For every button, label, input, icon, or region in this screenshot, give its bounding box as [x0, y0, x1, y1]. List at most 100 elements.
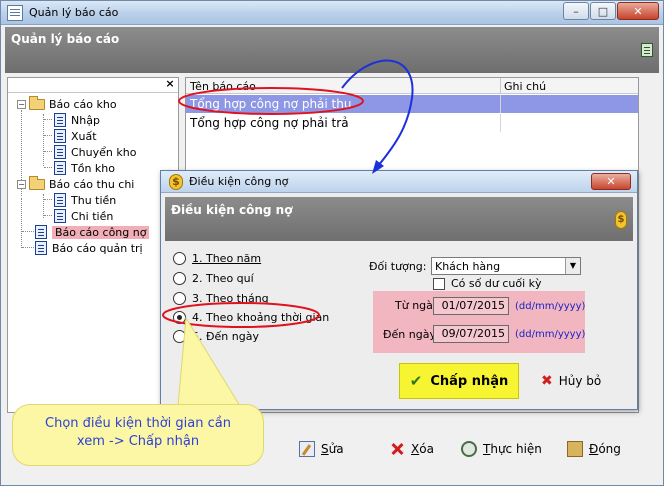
report-icon	[54, 145, 66, 159]
tree-item-thu-tien[interactable]: Thu tiền	[54, 192, 116, 208]
tree-item-chuyen-kho[interactable]: Chuyển kho	[54, 144, 136, 160]
edit-icon	[299, 441, 315, 457]
check-icon: ✔	[409, 372, 423, 390]
balance-checkbox[interactable]	[433, 278, 445, 290]
ok-label: Chấp nhận	[430, 373, 509, 389]
column-header-name[interactable]: Tên báo cáo	[190, 80, 256, 93]
tree-item-bao-cao-quan-tri[interactable]: Báo cáo quản trị	[35, 240, 143, 256]
tree-item-label: Thu tiền	[71, 193, 117, 207]
to-date-label: Đến ngày:	[383, 328, 439, 341]
tree-item-bao-cao-cong-no[interactable]: Báo cáo công nợ	[35, 224, 150, 240]
dialog-close-button[interactable]: ✕	[591, 173, 631, 190]
option-label: 3. Theo tháng	[192, 291, 269, 305]
title-bar: Quản lý báo cáo – □ ✕	[1, 1, 663, 25]
tree-close-icon[interactable]: ×	[164, 78, 176, 91]
close-label: óng	[598, 442, 621, 456]
tree-item-ton-kho[interactable]: Tồn kho	[54, 160, 115, 176]
tree-item-label: Báo cáo thu chi	[49, 177, 135, 191]
collapse-icon[interactable]: −	[17, 99, 26, 109]
condition-dialog: $ Điều kiện công nợ ✕ Điều kiện công nợ …	[160, 170, 638, 410]
run-mnemonic: T	[483, 442, 491, 456]
tree-item-label: Chi tiền	[71, 209, 114, 223]
column-header-note[interactable]: Ghi chú	[504, 80, 546, 93]
page-title: Quản lý báo cáo	[11, 32, 120, 46]
radio-icon[interactable]	[173, 329, 186, 343]
edit-button[interactable]: Sửa	[299, 439, 344, 459]
subject-value: Khách hàng	[435, 260, 501, 273]
tree-item-bao-cao-thu-chi[interactable]: − Báo cáo thu chi	[17, 175, 135, 192]
from-date-input[interactable]: 01/07/2015	[433, 297, 509, 315]
delete-button[interactable]: Xóa	[389, 439, 434, 459]
tree-item-label: Báo cáo công nợ	[52, 225, 150, 239]
report-icon	[54, 161, 66, 175]
report-icon	[35, 241, 47, 255]
tree-item-nhap[interactable]: Nhập	[54, 112, 100, 128]
dialog-title-bar: $ Điều kiện công nợ ✕	[161, 171, 637, 193]
ok-button[interactable]: ✔ Chấp nhận	[399, 363, 519, 399]
report-name: Tổng hợp công nợ phải trả	[190, 116, 349, 130]
dollar-icon: $	[615, 211, 627, 229]
option-theo-nam[interactable]: 1. Theo năm	[173, 249, 261, 267]
close-mnemonic: Đ	[589, 442, 599, 456]
from-date-format: (dd/mm/yyyy)	[515, 301, 586, 312]
radio-selected-icon[interactable]	[173, 310, 186, 324]
edit-label: ửa	[328, 442, 344, 456]
cancel-button[interactable]: ✖ Hủy bỏ	[541, 371, 601, 391]
option-label: 1. Theo năm	[192, 251, 262, 265]
tree-item-bao-cao-kho[interactable]: − Báo cáo kho	[17, 95, 117, 112]
to-date-input[interactable]: 09/07/2015	[433, 325, 509, 343]
tree-item-label: Báo cáo kho	[49, 97, 117, 111]
maximize-button[interactable]: □	[590, 2, 616, 20]
option-den-ngay[interactable]: 5. Đến ngày	[173, 327, 259, 345]
report-tree: × − Báo cáo kho Nhập Xuất Chuyển kho Tồn…	[7, 77, 179, 413]
cancel-label: Hủy bỏ	[558, 374, 602, 388]
option-theo-khoang-thoi-gian[interactable]: 4. Theo khoảng thời gian	[173, 308, 329, 326]
tree-item-label: Báo cáo quản trị	[52, 241, 143, 255]
minimize-button[interactable]: –	[563, 2, 589, 20]
to-date-format: (dd/mm/yyyy)	[515, 329, 586, 340]
callout-line-2: xem -> Chấp nhận	[76, 434, 200, 449]
report-icon	[54, 209, 66, 223]
report-icon	[35, 225, 47, 239]
close-button[interactable]: ✕	[617, 2, 659, 20]
edit-mnemonic: S	[321, 442, 329, 456]
tree-item-label: Tồn kho	[71, 161, 115, 175]
radio-icon[interactable]	[173, 251, 186, 265]
delete-icon	[389, 441, 405, 457]
tree-item-xuat[interactable]: Xuất	[54, 128, 97, 144]
folder-open-icon	[29, 175, 45, 190]
dialog-header: Điều kiện công nợ $	[165, 197, 633, 241]
run-button[interactable]: Thực hiện	[461, 439, 542, 459]
tree-item-label: Xuất	[71, 129, 97, 143]
option-theo-qui[interactable]: 2. Theo quí	[173, 269, 254, 287]
run-icon	[461, 441, 477, 457]
chevron-down-icon[interactable]: ▼	[565, 258, 580, 274]
app-icon	[7, 5, 23, 21]
instruction-callout: Chọn điều kiện thời gian cần xem -> Chấp…	[12, 404, 264, 466]
option-theo-thang[interactable]: 3. Theo tháng	[173, 289, 269, 307]
book-icon	[641, 43, 653, 57]
radio-icon[interactable]	[173, 271, 186, 285]
close-report-button[interactable]: Đóng	[567, 439, 621, 459]
tree-item-label: Nhập	[71, 113, 100, 127]
delete-label: óa	[419, 442, 434, 456]
window-title: Quản lý báo cáo	[29, 6, 119, 19]
tree-item-chi-tien[interactable]: Chi tiền	[54, 208, 113, 224]
table-row[interactable]: Tổng hợp công nợ phải trả	[186, 114, 638, 132]
table-row[interactable]: Tổng hợp công nợ phải thu	[186, 95, 638, 113]
balance-label: Có số dư cuối kỳ	[451, 277, 542, 290]
window-controls: – □ ✕	[562, 2, 659, 20]
folder-close-icon	[567, 441, 583, 457]
delete-mnemonic: X	[411, 442, 420, 456]
dialog-header-title: Điều kiện công nợ	[171, 203, 293, 217]
callout-line-1: Chọn điều kiện thời gian cần	[45, 416, 231, 431]
radio-icon[interactable]	[173, 291, 186, 305]
option-label: 2. Theo quí	[192, 271, 254, 285]
collapse-icon[interactable]: −	[17, 179, 26, 189]
tree-divider	[8, 92, 178, 93]
subject-select[interactable]: Khách hàng ▼	[431, 257, 581, 275]
subject-label: Đối tượng:	[369, 260, 427, 273]
run-label: hực hiện	[490, 442, 542, 456]
report-icon	[54, 193, 66, 207]
report-icon	[54, 129, 66, 143]
